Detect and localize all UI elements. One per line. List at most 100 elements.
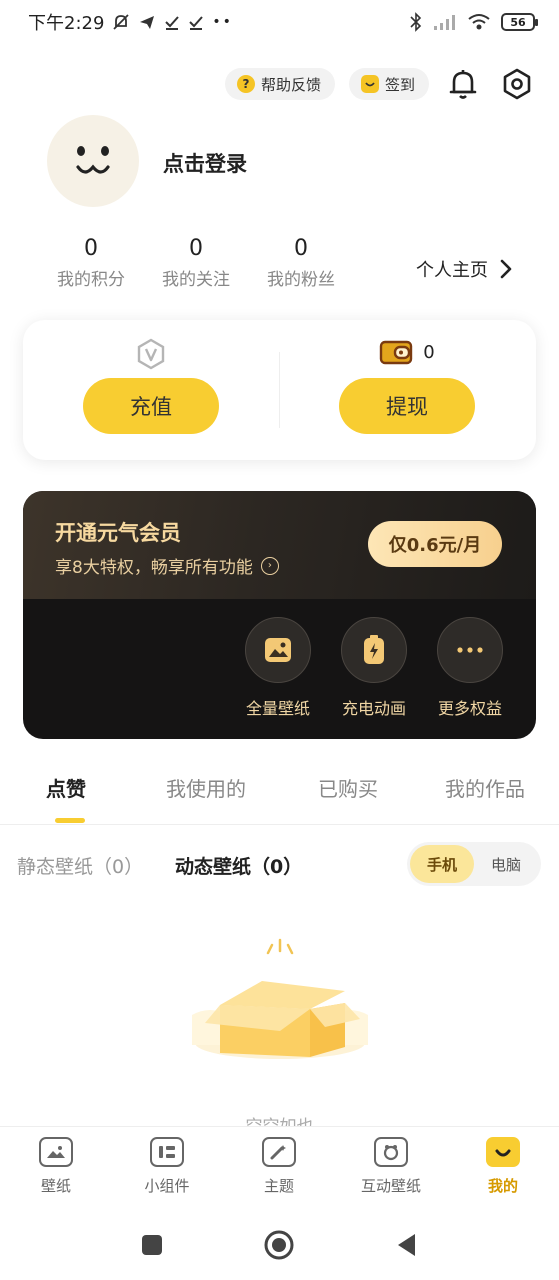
recharge-section: 充值 (23, 320, 279, 460)
home-circle-icon (264, 1230, 294, 1260)
battery-icon: 56 (501, 13, 538, 31)
login-link[interactable]: 点击登录 (163, 148, 247, 178)
home-button[interactable] (264, 1230, 294, 1260)
perk-circle (245, 617, 311, 683)
tab-my-works[interactable]: 我的作品 (445, 773, 525, 802)
mine-icon (486, 1137, 520, 1167)
wallpaper-icon (39, 1137, 73, 1167)
nav-wallpaper[interactable]: 壁纸 (6, 1137, 106, 1196)
stat-following[interactable]: 0 我的关注 (146, 236, 246, 290)
content-tabs: 点赞 我使用的 已购买 我的作品 (0, 765, 559, 825)
bluetooth-icon (410, 12, 422, 32)
top-actions: ? 帮助反馈 签到 (224, 64, 537, 104)
settings-button[interactable] (497, 64, 537, 104)
help-icon: ? (236, 75, 255, 93)
avatar[interactable] (47, 115, 139, 207)
square-icon (142, 1235, 162, 1255)
active-tab-indicator (55, 818, 85, 823)
nav-interactive-wallpaper[interactable]: 互动壁纸 (341, 1137, 441, 1196)
battery-charge-icon (364, 635, 384, 664)
telegram-icon (140, 16, 155, 29)
widgets-icon (150, 1137, 184, 1167)
tab-likes[interactable]: 点赞 (46, 773, 86, 802)
settings-hexagon-icon (503, 68, 531, 100)
vip-price-button[interactable]: 仅0.6元/月 (368, 521, 502, 567)
tab-used[interactable]: 我使用的 (166, 773, 246, 802)
vip-banner[interactable]: 开通元气会员 享8大特权，畅享所有功能 › 仅0.6元/月 全量壁纸 充电动画 … (23, 491, 536, 739)
empty-box-icon (192, 938, 368, 1059)
wallet-balance: 0 (423, 341, 435, 363)
wallet-card: 充值 0 提现 (23, 320, 536, 460)
chevron-right-circle-icon: › (260, 556, 279, 575)
filter-static-wallpaper[interactable]: 静态壁纸（0） (17, 852, 143, 879)
homepage-link[interactable]: 个人主页 (416, 256, 512, 282)
themes-icon (262, 1137, 296, 1167)
interactive-wallpaper-icon (374, 1137, 408, 1167)
bottom-nav: 壁纸 小组件 主题 互动壁纸 我的 (0, 1126, 559, 1210)
device-pc-option[interactable]: 电脑 (474, 845, 538, 883)
tab-purchased[interactable]: 已购买 (318, 773, 378, 802)
signin-button[interactable]: 签到 (348, 68, 429, 100)
stat-followers-value: 0 (294, 236, 308, 261)
wifi-icon (468, 14, 490, 30)
mute-bell-icon (113, 14, 130, 30)
nav-themes-label: 主题 (263, 1177, 294, 1195)
stat-points-label: 我的积分 (57, 270, 125, 290)
nav-mine[interactable]: 我的 (453, 1137, 553, 1196)
bell-icon (449, 70, 477, 99)
image-icon (265, 638, 291, 662)
filter-dynamic-wallpaper[interactable]: 动态壁纸（0） (175, 852, 302, 879)
stat-points[interactable]: 0 我的积分 (41, 236, 141, 290)
withdraw-button[interactable]: 提现 (339, 378, 475, 434)
nav-mine-label: 我的 (487, 1177, 518, 1195)
stat-followers[interactable]: 0 我的粉丝 (251, 236, 351, 290)
status-bar: 下午2:29 •• 56 (0, 0, 559, 44)
recharge-button[interactable]: 充值 (83, 378, 219, 434)
vip-title: 开通元气会员 (55, 521, 181, 545)
chevron-right-icon (500, 259, 512, 279)
check-icon (165, 16, 180, 30)
perk-more-benefits[interactable]: 更多权益 (430, 617, 510, 719)
more-dots-icon: •• (212, 14, 233, 30)
perk-more-benefits-label: 更多权益 (437, 699, 502, 718)
signin-label: 签到 (384, 75, 415, 94)
filter-row: 静态壁纸（0） 动态壁纸（0） 手机 电脑 (0, 840, 559, 890)
signin-icon (360, 75, 379, 93)
device-toggle: 手机 电脑 (407, 842, 541, 886)
perk-charging-animation-label: 充电动画 (341, 699, 406, 718)
withdraw-section: 0 提现 (279, 320, 535, 460)
nav-interactive-wallpaper-label: 互动壁纸 (360, 1177, 421, 1195)
system-nav-bar (0, 1210, 559, 1280)
stat-followers-label: 我的粉丝 (267, 270, 335, 290)
vip-v-badge-icon (137, 338, 165, 370)
perk-circle (437, 617, 503, 683)
perk-charging-animation[interactable]: 充电动画 (334, 617, 414, 719)
nav-widgets[interactable]: 小组件 (117, 1137, 217, 1196)
check-icon (189, 16, 204, 30)
perk-full-wallpaper-label: 全量壁纸 (245, 699, 310, 718)
recent-apps-button[interactable] (137, 1230, 167, 1260)
perk-circle (341, 617, 407, 683)
help-feedback-label: 帮助反馈 (260, 75, 321, 94)
vip-subtitle: 享8大特权，畅享所有功能 › (55, 553, 279, 578)
notification-button[interactable] (443, 64, 483, 104)
stats-row: 0 我的积分 0 我的关注 0 我的粉丝 个人主页 (40, 236, 530, 300)
more-horizontal-icon (457, 647, 483, 653)
homepage-label: 个人主页 (416, 260, 488, 281)
help-feedback-button[interactable]: ? 帮助反馈 (224, 68, 335, 100)
stat-points-value: 0 (84, 236, 98, 261)
status-time: 下午2:29 (28, 13, 105, 34)
signal-icon (434, 15, 455, 30)
nav-wallpaper-label: 壁纸 (40, 1177, 71, 1195)
device-phone-option[interactable]: 手机 (410, 845, 474, 883)
nav-themes[interactable]: 主题 (229, 1137, 329, 1196)
wallet-icon (380, 340, 413, 365)
back-button[interactable] (392, 1230, 422, 1260)
back-triangle-icon (398, 1234, 415, 1256)
stat-following-label: 我的关注 (162, 270, 230, 290)
vip-subtitle-text: 享8大特权，畅享所有功能 (55, 558, 253, 578)
empty-state-illustration (180, 935, 380, 1065)
perk-full-wallpaper[interactable]: 全量壁纸 (238, 617, 318, 719)
nav-widgets-label: 小组件 (144, 1177, 190, 1195)
smiley-face-icon (76, 146, 110, 174)
